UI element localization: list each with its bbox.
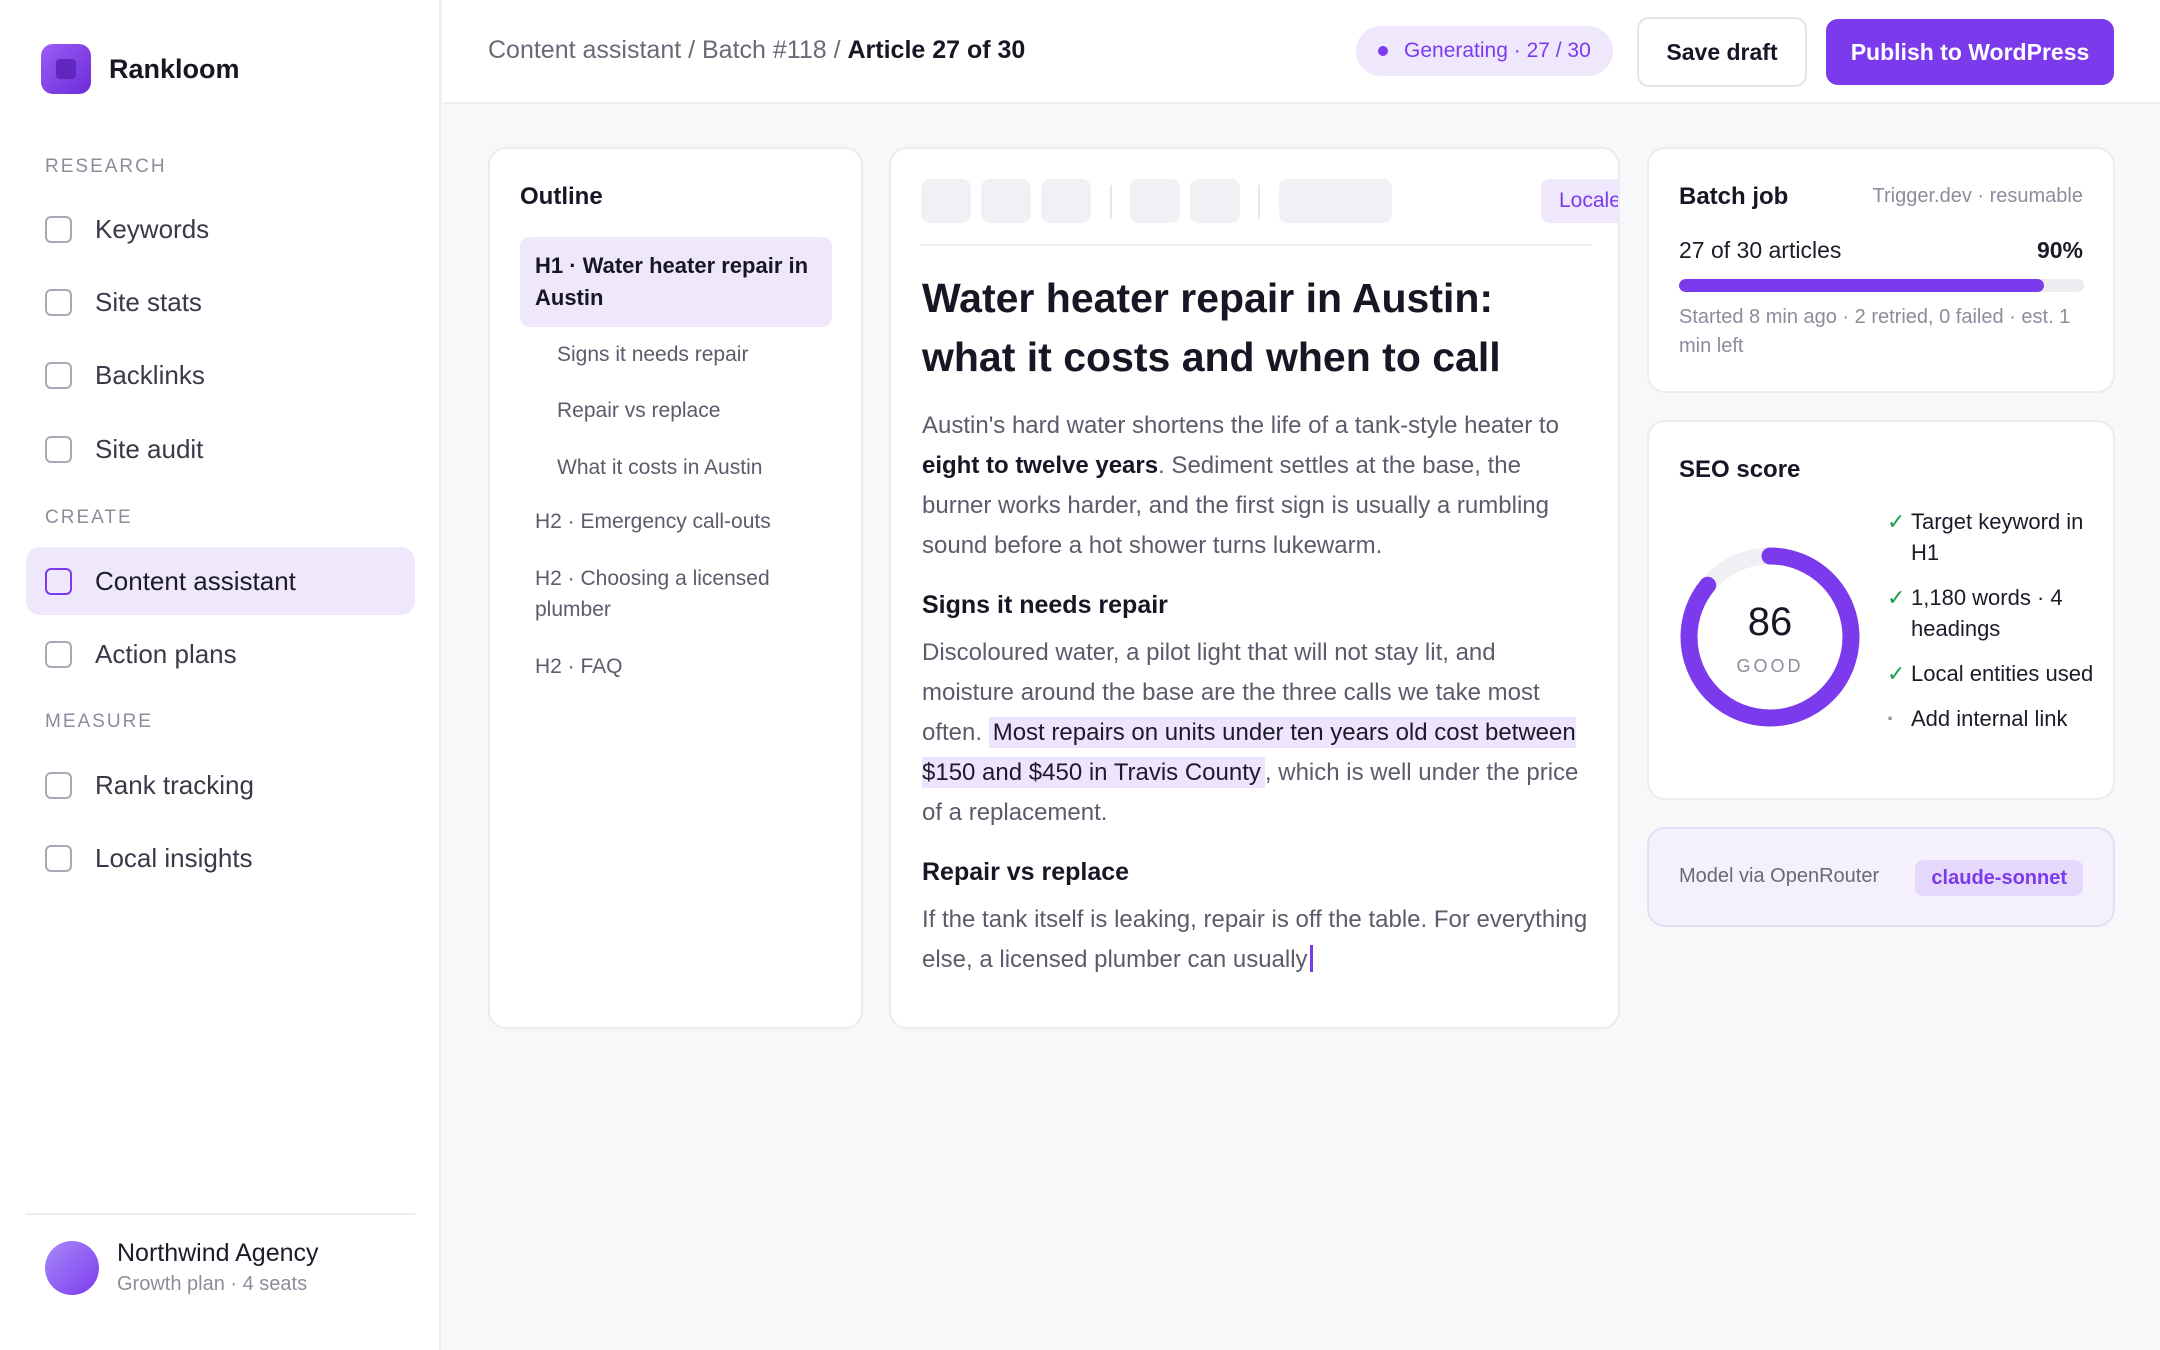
- article-paragraph[interactable]: If the tank itself is leaking, repair is…: [922, 900, 1592, 980]
- sidebar-item-action-plans[interactable]: Action plans: [26, 620, 415, 688]
- sidebar-item-label: Backlinks: [95, 359, 205, 390]
- outline-panel: Outline H1 · Water heater repair in Aust…: [488, 147, 863, 1029]
- check-icon: ✓: [1887, 661, 1906, 686]
- model-label: Model via OpenRouter: [1679, 865, 1880, 887]
- brand-logo-icon: [41, 44, 91, 94]
- batch-progress-fill: [1679, 279, 2044, 292]
- brand[interactable]: Rankloom: [41, 44, 240, 94]
- seo-score-rating: GOOD: [1736, 656, 1804, 676]
- toolbar-list-button[interactable]: [1190, 179, 1240, 223]
- sidebar-item-keywords[interactable]: Keywords: [26, 195, 415, 263]
- outline-item[interactable]: What it costs in Austin: [557, 452, 762, 483]
- outline-title: Outline: [520, 183, 603, 210]
- toolbar-regenerate-button[interactable]: [1279, 179, 1392, 223]
- checkbox-icon: [45, 435, 72, 463]
- checkbox-icon: [45, 288, 72, 316]
- section-label-measure: MEASURE: [45, 711, 153, 732]
- checkbox-icon: [45, 361, 72, 389]
- checkbox-icon: [45, 771, 72, 799]
- checkbox-icon: [45, 640, 72, 668]
- status-text: Generating · 27 / 30: [1404, 39, 1591, 62]
- account-info: Northwind Agency Growth plan · 4 seats: [117, 1239, 319, 1296]
- sidebar-item-content-assistant[interactable]: Content assistant: [26, 547, 415, 615]
- article-editor: Locale: en-US Water heater repair in Aus…: [889, 147, 1620, 1029]
- status-dot-icon: [1378, 46, 1388, 56]
- outline-item[interactable]: Signs it needs repair: [557, 339, 748, 370]
- sidebar-item-label: Site audit: [95, 433, 204, 464]
- checkbox-icon: [45, 215, 72, 243]
- sidebar-item-rank-tracking[interactable]: Rank tracking: [26, 751, 415, 819]
- article-paragraph[interactable]: Discoloured water, a pilot light that wi…: [922, 633, 1592, 833]
- batch-count: 27 of 30 articles: [1679, 237, 1842, 263]
- seo-check-item-todo[interactable]: · Add internal link: [1887, 703, 2097, 734]
- sidebar: Rankloom RESEARCH Keywords Site stats Ba…: [0, 0, 441, 1350]
- seo-check-item: ✓ Target keyword in H1: [1887, 506, 2097, 568]
- article-paragraph[interactable]: Austin's hard water shortens the life of…: [922, 406, 1592, 566]
- batch-note: Started 8 min ago · 2 retried, 0 failed …: [1679, 306, 2071, 357]
- sidebar-item-label: Action plans: [95, 638, 237, 669]
- save-draft-button[interactable]: Save draft: [1637, 17, 1807, 87]
- seo-check-item: ✓ Local entities used: [1887, 658, 2097, 689]
- seo-score-value: 86: [1747, 600, 1793, 644]
- outline-item[interactable]: H2 · FAQ: [535, 651, 623, 682]
- batch-progress-bar: [1679, 279, 2084, 292]
- sidebar-item-label: Content assistant: [95, 565, 296, 596]
- brand-name: Rankloom: [109, 53, 240, 84]
- outline-item[interactable]: H2 · Emergency call-outs: [535, 506, 835, 537]
- account-plan: Growth plan · 4 seats: [117, 1273, 308, 1295]
- toolbar-divider: [1258, 185, 1260, 219]
- section-label-create: CREATE: [45, 507, 133, 528]
- model-badge[interactable]: claude-sonnet: [1915, 860, 2083, 896]
- account-switcher[interactable]: Northwind Agency Growth plan · 4 seats: [26, 1213, 415, 1296]
- breadcrumb-current: Article 27 of 30: [847, 36, 1026, 64]
- check-icon: ✓: [1887, 585, 1906, 610]
- outline-item[interactable]: H2 · Choosing a licensed plumber: [535, 563, 835, 625]
- batch-percent: 90%: [2036, 237, 2083, 263]
- outline-item-h1[interactable]: H1 · Water heater repair in Austin: [520, 237, 832, 327]
- breadcrumb: Content assistant / Batch #118 / Article…: [488, 36, 1025, 65]
- toolbar-bold-button[interactable]: [921, 179, 971, 223]
- text-cursor: [1309, 945, 1313, 972]
- sidebar-item-site-audit[interactable]: Site audit: [26, 415, 415, 483]
- model-panel: Model via OpenRouter claude-sonnet: [1647, 827, 2115, 927]
- batch-meta: Trigger.dev · resumable: [1872, 185, 2083, 207]
- checkbox-icon: [45, 567, 72, 595]
- locale-badge[interactable]: Locale: en-US: [1541, 179, 1618, 223]
- avatar: [45, 1240, 99, 1295]
- sidebar-item-label: Keywords: [95, 213, 210, 244]
- section-label-research: RESEARCH: [45, 156, 167, 177]
- toolbar-h2-button[interactable]: [1130, 179, 1180, 223]
- toolbar-divider-line: [921, 244, 1591, 246]
- sidebar-item-label: Site stats: [95, 286, 202, 317]
- sidebar-item-label: Local insights: [95, 842, 253, 873]
- seo-check-item: ✓ 1,180 words · 4 headings: [1887, 582, 2097, 644]
- article-subheading[interactable]: Repair vs replace: [922, 858, 1129, 887]
- dot-icon: ·: [1887, 706, 1895, 731]
- batch-title: Batch job: [1679, 183, 1789, 210]
- topbar: Content assistant / Batch #118 / Article…: [443, 0, 2160, 104]
- toolbar-italic-button[interactable]: [981, 179, 1031, 223]
- sidebar-item-backlinks[interactable]: Backlinks: [26, 341, 415, 409]
- sidebar-item-label: Rank tracking: [95, 769, 254, 800]
- sidebar-item-site-stats[interactable]: Site stats: [26, 268, 415, 336]
- status-badge: Generating · 27 / 30: [1356, 26, 1613, 76]
- toolbar-divider: [1110, 185, 1112, 219]
- batch-job-panel: Batch job Trigger.dev · resumable 27 of …: [1647, 147, 2115, 393]
- article-title[interactable]: Water heater repair in Austin: what it c…: [922, 269, 1582, 387]
- account-name: Northwind Agency: [117, 1239, 319, 1267]
- article-subheading[interactable]: Signs it needs repair: [922, 591, 1168, 620]
- toolbar-link-button[interactable]: [1041, 179, 1091, 223]
- seo-score-panel: SEO score 86 GOOD ✓ Target keyword in H1 …: [1647, 420, 2115, 800]
- sidebar-item-local-insights[interactable]: Local insights: [26, 824, 415, 892]
- seo-title: SEO score: [1679, 456, 1801, 483]
- checkbox-icon: [45, 844, 72, 872]
- seo-checklist: ✓ Target keyword in H1 ✓ 1,180 words · 4 h…: [1887, 506, 2097, 748]
- outline-item[interactable]: Repair vs replace: [557, 395, 720, 426]
- breadcrumb-path[interactable]: Content assistant / Batch #118 /: [488, 36, 847, 64]
- publish-button[interactable]: Publish to WordPress: [1826, 19, 2114, 85]
- check-icon: ✓: [1887, 509, 1906, 534]
